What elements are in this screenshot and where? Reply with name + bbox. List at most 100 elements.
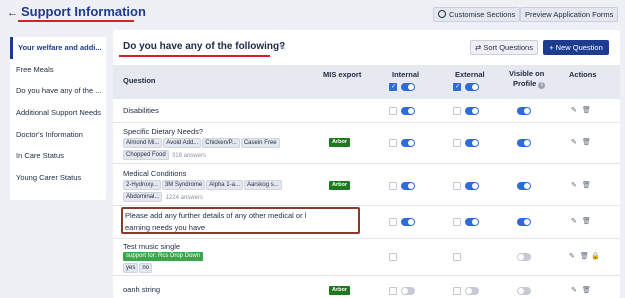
- internal-toggle[interactable]: [401, 287, 415, 295]
- answer-tag: yes: [123, 263, 139, 273]
- external-toggle[interactable]: [465, 287, 479, 295]
- sidebar-item-doctors-information[interactable]: Doctor's Information: [10, 124, 106, 146]
- customise-sections-label: Customise Sections: [449, 10, 516, 19]
- sidebar-item-young-carer-status[interactable]: Young Carer Status: [10, 167, 106, 189]
- sidebar-item-in-care-status[interactable]: In Care Status: [10, 145, 106, 167]
- internal-checkbox[interactable]: [389, 139, 397, 147]
- preview-label: Preview Application Forms: [525, 10, 614, 19]
- edit-pencil-icon[interactable]: ✎: [571, 286, 577, 294]
- sidebar-item-do-you-have[interactable]: Do you have any of the ...: [10, 80, 106, 102]
- internal-toggle[interactable]: [401, 107, 415, 115]
- question-text: Disabilities: [123, 106, 159, 115]
- trash-icon[interactable]: 🗑: [582, 217, 591, 225]
- external-checkbox[interactable]: [453, 107, 461, 115]
- preview-application-forms-button[interactable]: Preview Application Forms: [520, 7, 619, 22]
- page-title: Support Information: [21, 4, 146, 19]
- title-underline: [18, 20, 134, 22]
- trash-icon[interactable]: 🗑: [582, 286, 591, 294]
- internal-toggle[interactable]: [401, 182, 415, 190]
- external-select-all-checkbox[interactable]: [453, 83, 461, 91]
- trash-icon[interactable]: 🗑: [582, 138, 591, 146]
- mis-export-badge: Arbor: [329, 181, 350, 190]
- answer-tag: no: [139, 263, 153, 273]
- top-bar: ← Support Information Customise Sections…: [0, 0, 625, 28]
- section-title: Do you have any of the following?: [123, 41, 286, 52]
- table-row: oanh string Arbor ✎ 🗑: [113, 276, 620, 298]
- external-checkbox[interactable]: [453, 218, 461, 226]
- edit-pencil-icon[interactable]: ✎: [571, 181, 577, 189]
- question-text: Medical Conditions: [123, 169, 187, 178]
- answer-tag: Chicken/P...: [202, 138, 240, 148]
- visible-on-profile-toggle[interactable]: [517, 139, 531, 147]
- mis-export-badge: Arbor: [329, 286, 350, 295]
- question-text: Specific Dietary Needs?: [123, 127, 204, 136]
- external-header: External: [455, 70, 485, 79]
- internal-checkbox[interactable]: [389, 253, 397, 261]
- sidebar-item-additional-support[interactable]: Additional Support Needs: [10, 102, 106, 124]
- external-toggle[interactable]: [465, 218, 479, 226]
- edit-title-pencil-icon[interactable]: ✎: [279, 43, 286, 52]
- sidebar-item-free-meals[interactable]: Free Meals: [10, 59, 106, 81]
- answer-tag: Aarskog s...: [243, 180, 282, 190]
- main-panel: Do you have any of the following? ✎ ⇄ So…: [113, 30, 620, 298]
- external-checkbox[interactable]: [453, 182, 461, 190]
- internal-select-all-toggle[interactable]: [401, 83, 415, 91]
- mis-export-header: MIS export: [323, 70, 362, 79]
- support-for-badge: support for: Rcs Drop Down: [123, 252, 204, 261]
- visible-on-profile-toggle[interactable]: [517, 287, 531, 295]
- trash-icon[interactable]: 🗑: [582, 106, 591, 114]
- external-toggle[interactable]: [465, 139, 479, 147]
- sidebar-item-welfare[interactable]: Your welfare and addi...: [10, 37, 106, 59]
- trash-icon[interactable]: 🗑: [582, 181, 591, 189]
- customise-sections-button[interactable]: Customise Sections: [433, 7, 521, 22]
- answer-count: 318 answers: [171, 153, 206, 159]
- answer-tag: Alpha 1-a...: [206, 180, 243, 190]
- sort-questions-label: Sort Questions: [483, 43, 533, 52]
- highlighted-question: Please add any further details of any ot…: [121, 207, 360, 234]
- external-toggle[interactable]: [465, 182, 479, 190]
- mis-export-badge: Arbor: [329, 138, 350, 147]
- visible-on-profile-toggle[interactable]: [517, 107, 531, 115]
- question-text: oanh string: [123, 285, 161, 294]
- profile-header-label: Profile: [513, 79, 537, 88]
- table-row: Disabilities ✎ 🗑: [113, 99, 620, 123]
- external-checkbox[interactable]: [453, 253, 461, 261]
- external-checkbox[interactable]: [453, 287, 461, 295]
- internal-checkbox[interactable]: [389, 218, 397, 226]
- edit-pencil-icon[interactable]: ✎: [571, 138, 577, 146]
- section-title-underline: [119, 55, 270, 57]
- question-text-line1: Please add any further details of any ot…: [125, 211, 307, 220]
- lock-icon: 🔒: [591, 253, 600, 260]
- trash-icon[interactable]: 🗑: [580, 252, 589, 260]
- back-arrow-icon[interactable]: ←: [7, 7, 18, 19]
- visible-on-header: Visible on: [509, 69, 545, 78]
- visible-on-profile-toggle[interactable]: [517, 218, 531, 226]
- answer-tag: 2-Hydroxy...: [123, 180, 161, 190]
- answer-count: 1224 answers: [165, 195, 203, 201]
- visible-on-profile-toggle[interactable]: [517, 253, 531, 261]
- new-question-label: New Question: [555, 43, 603, 52]
- gear-icon: [438, 10, 446, 18]
- external-checkbox[interactable]: [453, 139, 461, 147]
- answer-tag: 3M Syndrome: [161, 180, 206, 190]
- internal-checkbox[interactable]: [389, 287, 397, 295]
- sort-questions-button[interactable]: ⇄ Sort Questions: [470, 40, 538, 55]
- internal-select-all-checkbox[interactable]: [389, 83, 397, 91]
- table-row: Specific Dietary Needs? Almond Mi... Avoi…: [113, 123, 620, 164]
- edit-pencil-icon[interactable]: ✎: [571, 106, 577, 114]
- new-question-button[interactable]: + New Question: [543, 40, 609, 55]
- internal-checkbox[interactable]: [389, 182, 397, 190]
- external-toggle[interactable]: [465, 107, 479, 115]
- internal-toggle[interactable]: [401, 218, 415, 226]
- internal-toggle[interactable]: [401, 139, 415, 147]
- edit-pencil-icon[interactable]: ✎: [569, 252, 575, 260]
- internal-checkbox[interactable]: [389, 107, 397, 115]
- answer-tags: 2-Hydroxy... 3M Syndrome Alpha 1-a... Aarsk…: [123, 180, 298, 204]
- answer-tags: Almond Mi... Avoid Add... Chicken/P... Case…: [123, 138, 298, 162]
- visible-on-profile-toggle[interactable]: [517, 182, 531, 190]
- sidebar: Your welfare and addi... Free Meals Do y…: [10, 37, 106, 200]
- question-text-line2: earning needs you have: [125, 223, 206, 232]
- edit-pencil-icon[interactable]: ✎: [571, 217, 577, 225]
- info-icon[interactable]: i: [538, 82, 546, 89]
- external-select-all-toggle[interactable]: [465, 83, 479, 91]
